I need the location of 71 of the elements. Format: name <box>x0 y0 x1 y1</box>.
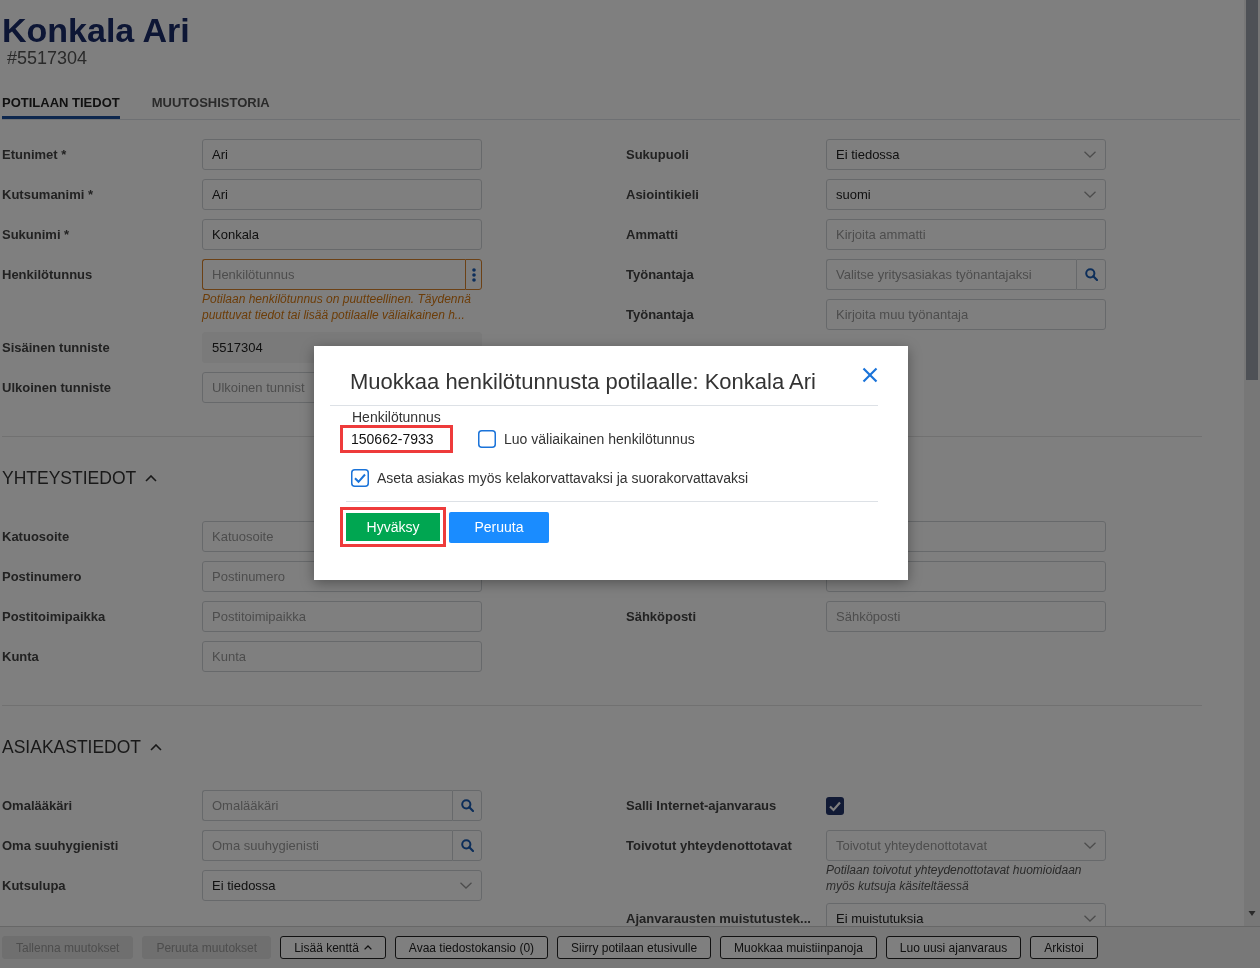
tab[interactable]: POTILAAN TIEDOT <box>2 87 120 119</box>
field-label: Henkilötunnus <box>351 409 441 425</box>
field-label: Kutsulupa <box>2 877 66 895</box>
chevron-down-icon <box>1084 151 1096 158</box>
id-number-field[interactable]: 150662-7933 <box>340 425 453 453</box>
checkbox-label: Luo väliaikainen henkilötunnus <box>504 431 695 447</box>
more-button[interactable] <box>465 259 482 290</box>
search-icon <box>1084 268 1098 281</box>
search-button[interactable] <box>452 790 482 821</box>
field-label: Postinumero <box>2 568 82 586</box>
confirm-button[interactable]: Hyväksy <box>340 507 446 547</box>
text-field[interactable]: Ari <box>202 179 482 210</box>
action-button[interactable]: Lisää kenttä <box>280 936 386 959</box>
dropdown[interactable]: Ei tiedossa <box>202 870 482 901</box>
checkbox[interactable] <box>478 430 496 448</box>
text-field[interactable]: Ari <box>202 139 482 170</box>
warning-text: Potilaan henkilötunnus on puutteellinen. Täydennä puuttuvat tiedot tai lisää potilaalle väliaikainen h... <box>202 291 472 323</box>
field-label: Kunta <box>2 648 39 666</box>
dropdown[interactable]: Ei tiedossa <box>826 139 1106 170</box>
section-title: ASIAKASTIEDOT <box>2 736 142 759</box>
dialog-title: Muokkaa henkilötunnusta potilaalle: Konkala Ari <box>350 369 816 395</box>
action-button[interactable]: Avaa tiedostokansio (0) <box>394 936 549 959</box>
section-title: YHTEYSTIEDOT <box>2 467 137 490</box>
field-label: Ammatti <box>626 226 678 244</box>
close-button[interactable] <box>862 367 878 383</box>
field-label: Työnantaja <box>626 266 694 284</box>
action-button[interactable]: Luo uusi ajanvaraus <box>885 936 1022 959</box>
field-label: Katuosoite <box>2 528 70 546</box>
field-label: Henkilötunnus <box>2 266 93 284</box>
field-label: Ajanvarausten muistutustek... <box>626 910 811 926</box>
dropdown[interactable]: suomi <box>826 179 1106 210</box>
checkbox[interactable] <box>351 469 369 487</box>
tab[interactable]: MUUTOSHISTORIA <box>151 87 270 119</box>
search-icon <box>460 799 474 812</box>
checkbox[interactable] <box>826 796 844 815</box>
chevron-down-icon <box>460 882 472 889</box>
patient-number: #5517304 <box>7 48 88 68</box>
action-button[interactable]: Siirry potilaan etusivulle <box>557 936 712 959</box>
chevron-up-icon[interactable] <box>150 743 163 751</box>
field-label: Postitoimipaikka <box>2 608 106 626</box>
field-label: Kutsumanimi * <box>2 186 93 204</box>
cancel-button[interactable]: Peruuta <box>449 511 549 543</box>
chevron-up-icon[interactable] <box>145 474 158 482</box>
action-button[interactable]: Muokkaa muistiinpanoja <box>720 936 877 959</box>
field-label: Sisäinen tunniste <box>2 339 110 357</box>
search-button[interactable] <box>1076 259 1106 290</box>
field-label: Etunimet * <box>2 146 67 164</box>
field-label: Omalääkäri <box>2 797 73 815</box>
scrollbar[interactable] <box>1244 0 1260 926</box>
field-label: Asiointikieli <box>626 186 699 204</box>
chevron-down-icon <box>1084 915 1096 922</box>
chevron-down-icon <box>1084 842 1096 849</box>
patient-name: Konkala Ari <box>2 10 190 50</box>
field-label: Sähköposti <box>626 608 697 626</box>
field-label: Työnantaja <box>626 306 694 324</box>
search-icon <box>460 839 474 852</box>
field-label: Salli Internet-ajanvaraus <box>626 797 777 815</box>
field-label: Oma suuhygienisti <box>2 837 119 855</box>
text-field[interactable]: Konkala <box>202 219 482 250</box>
checkbox-label: Aseta asiakas myös kelakorvattavaksi ja suorakorvattavaksi <box>377 470 749 486</box>
field-label: Sukunimi * <box>2 226 70 244</box>
field-label: Toivotut yhteydenottotavat <box>626 837 792 855</box>
hint-text: Potilaan toivotut yhteydenottotavat huomioidaan myös kutsuja käsiteltäessä <box>826 862 1083 894</box>
chevron-down-icon <box>1084 191 1096 198</box>
close-icon <box>862 367 878 383</box>
field-label: Ulkoinen tunniste <box>2 379 112 397</box>
vertical-dots-icon <box>471 267 476 282</box>
field-label: Sukupuoli <box>626 146 689 164</box>
search-button[interactable] <box>452 830 482 861</box>
dropdown[interactable]: Ei muistutuksia <box>826 903 1106 926</box>
action-button[interactable]: Arkistoi <box>1030 936 1098 959</box>
